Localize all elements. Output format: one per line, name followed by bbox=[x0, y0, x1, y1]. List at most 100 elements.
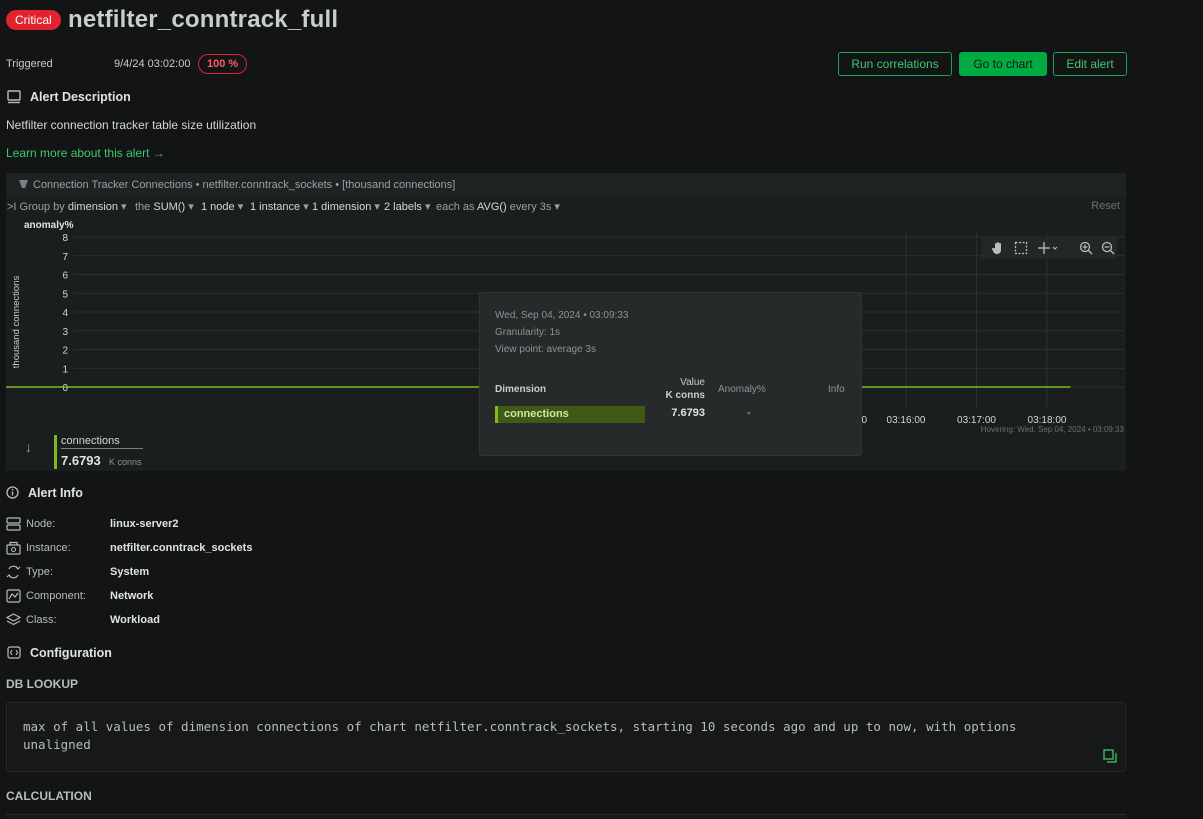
zoom-in-icon[interactable] bbox=[1079, 241, 1093, 258]
type-value: System bbox=[110, 566, 150, 578]
info-icon bbox=[6, 486, 19, 502]
y-tick-label: 2 bbox=[62, 346, 68, 357]
go-to-chart-button[interactable]: Go to chart bbox=[959, 52, 1047, 76]
node-value: linux-server2 bbox=[110, 518, 179, 530]
class-label: Class: bbox=[26, 614, 57, 626]
labels-value: 2 labels bbox=[384, 201, 422, 213]
component-value: Network bbox=[110, 590, 154, 602]
chart-type-icon bbox=[18, 179, 29, 192]
pan-icon[interactable] bbox=[991, 241, 1005, 258]
severity-badge: Critical bbox=[6, 10, 61, 30]
description-heading: Alert Description bbox=[30, 90, 131, 104]
db-lookup-box: max of all values of dimension connectio… bbox=[6, 702, 1126, 772]
calculation-box bbox=[6, 814, 1126, 819]
db-lookup-line1: max of all values of dimension connectio… bbox=[23, 719, 1017, 734]
class-icon bbox=[5, 613, 22, 630]
instances-filter[interactable]: 1 instance ▾ bbox=[250, 200, 309, 213]
node-label: Node: bbox=[26, 518, 56, 530]
y-tick-label: 7 bbox=[62, 252, 68, 263]
zoom-out-icon[interactable] bbox=[1101, 241, 1115, 258]
server-icon bbox=[6, 517, 21, 534]
chart-tooltip: Wed, Sep 04, 2024 • 03:09:33 Granularity… bbox=[479, 292, 862, 456]
tooltip-col-dimension: Dimension bbox=[495, 384, 547, 395]
tooltip-row-value: 7.6793 bbox=[671, 407, 705, 419]
legend-value: 7.6793 bbox=[61, 453, 101, 468]
class-value: Workload bbox=[110, 614, 160, 626]
dimensions-value: 1 dimension bbox=[312, 201, 372, 213]
nodes-filter[interactable]: 1 node ▾ bbox=[201, 200, 243, 213]
description-text: Netfilter connection tracker table size … bbox=[6, 118, 257, 132]
type-icon bbox=[6, 565, 21, 582]
triggered-time: 9/4/24 03:02:00 bbox=[114, 58, 191, 70]
calculation-label: CALCULATION bbox=[6, 789, 92, 803]
db-lookup-line2: unaligned bbox=[23, 737, 91, 752]
tooltip-col-unit: K conns bbox=[665, 390, 705, 401]
legend-dimension-name[interactable]: connections bbox=[61, 435, 143, 449]
component-icon bbox=[6, 589, 21, 606]
legend-unit: K conns bbox=[109, 457, 142, 467]
configuration-heading: Configuration bbox=[30, 646, 112, 660]
group-by-filter[interactable]: >I Group by dimension ▾ bbox=[7, 200, 127, 213]
copy-icon[interactable] bbox=[1103, 749, 1117, 766]
select-area-icon[interactable] bbox=[1014, 241, 1028, 258]
value-badge: 100 % bbox=[198, 54, 248, 74]
highlight-icon[interactable] bbox=[1037, 241, 1059, 258]
tooltip-row-highlight: connections bbox=[495, 406, 645, 423]
triggered-label: Triggered bbox=[6, 58, 53, 70]
reset-button[interactable]: Reset bbox=[1091, 200, 1120, 212]
tooltip-date: Wed, Sep 04, 2024 • 03:09:33 bbox=[495, 310, 629, 321]
aggregation-filter[interactable]: the SUM() ▾ bbox=[135, 200, 194, 213]
time-aggregation-filter[interactable]: each as AVG() every 3s ▾ bbox=[436, 200, 560, 213]
y-tick-label: 1 bbox=[62, 364, 68, 375]
x-tick-label: 03:18:00 bbox=[1028, 415, 1067, 425]
tooltip-col-value: Value bbox=[680, 377, 705, 388]
description-icon bbox=[7, 90, 21, 107]
alert-title: netfilter_conntrack_full bbox=[68, 6, 339, 33]
labels-filter[interactable]: 2 labels ▾ bbox=[384, 200, 431, 213]
instance-value: netfilter.conntrack_sockets bbox=[110, 542, 253, 554]
sort-arrow-icon[interactable]: ↓ bbox=[25, 439, 32, 455]
learn-more-link[interactable]: Learn more about this alert → bbox=[6, 146, 165, 160]
db-lookup-label: DB LOOKUP bbox=[6, 677, 78, 691]
every-value: every 3s bbox=[509, 201, 552, 213]
each-as-label: each as bbox=[436, 201, 475, 213]
type-label: Type: bbox=[26, 566, 53, 578]
y-tick-label: 6 bbox=[62, 271, 68, 282]
y-tick-label: 3 bbox=[62, 327, 68, 338]
chart-toolbar bbox=[981, 237, 1117, 259]
anomaly-label: anomaly% bbox=[24, 220, 74, 231]
tooltip-granularity: Granularity: 1s bbox=[495, 327, 561, 338]
the-label: the bbox=[135, 201, 151, 213]
run-correlations-button[interactable]: Run correlations bbox=[838, 52, 952, 76]
edit-alert-button[interactable]: Edit alert bbox=[1053, 52, 1127, 76]
group-by-prefix: >I Group by bbox=[7, 201, 65, 213]
aggregation-value: SUM() bbox=[153, 201, 186, 213]
tooltip-col-anomaly: Anomaly% bbox=[718, 384, 766, 395]
component-label: Component: bbox=[26, 590, 86, 602]
instances-value: 1 instance bbox=[250, 201, 301, 213]
tooltip-row-name: connections bbox=[504, 408, 569, 420]
x-tick-label: 03:16:00 bbox=[887, 415, 926, 425]
y-tick-label: 8 bbox=[62, 233, 68, 244]
chart-filters: >I Group by dimension ▾ the SUM() ▾ 1 no… bbox=[6, 200, 1126, 216]
time-agg-value: AVG() bbox=[476, 201, 507, 213]
y-axis-label: thousand connections bbox=[11, 276, 22, 369]
tooltip-row-anomaly: - bbox=[747, 407, 751, 419]
nodes-value: 1 node bbox=[201, 201, 235, 213]
tooltip-col-info: Info bbox=[828, 384, 845, 395]
tooltip-row-color bbox=[495, 406, 498, 423]
instance-icon bbox=[6, 541, 21, 558]
chart-title: Connection Tracker Connections • netfilt… bbox=[33, 179, 456, 191]
group-by-value: dimension bbox=[67, 201, 118, 213]
y-tick-label: 0 bbox=[62, 383, 68, 394]
y-tick-label: 5 bbox=[62, 289, 68, 300]
alert-info-heading: Alert Info bbox=[28, 486, 83, 500]
tooltip-view-point: View point: average 3s bbox=[495, 344, 596, 355]
configuration-icon bbox=[7, 646, 21, 662]
y-tick-label: 4 bbox=[62, 308, 68, 319]
dimensions-filter[interactable]: 1 dimension ▾ bbox=[312, 200, 380, 213]
x-tick-label: 03:17:00 bbox=[957, 415, 996, 425]
instance-label: Instance: bbox=[26, 542, 71, 554]
chart-header: Connection Tracker Connections • netfilt… bbox=[6, 173, 1126, 197]
legend-color-bar bbox=[54, 435, 57, 469]
